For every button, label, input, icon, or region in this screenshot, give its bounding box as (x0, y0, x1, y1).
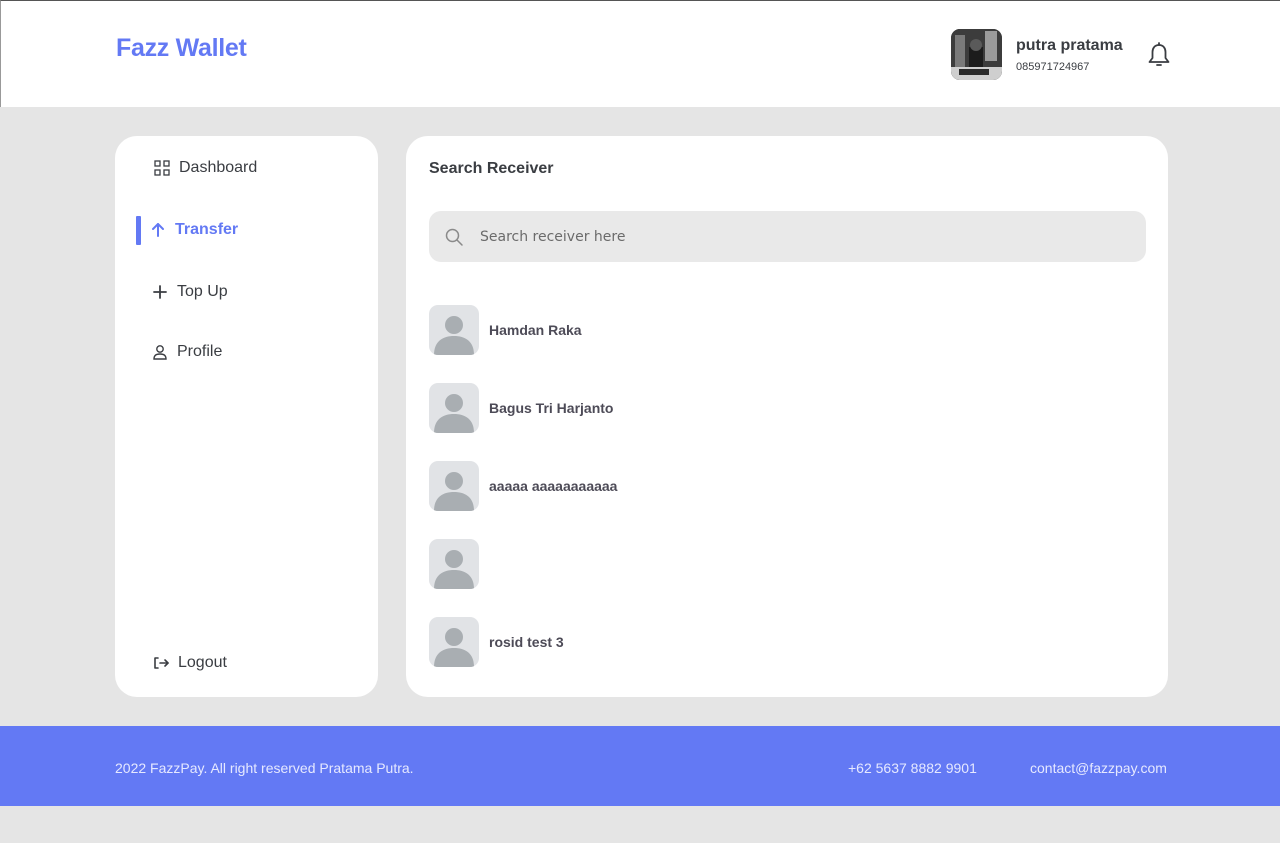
user-name: putra pratama (1016, 37, 1123, 54)
search-input[interactable] (480, 228, 1120, 245)
search-icon (444, 227, 464, 247)
footer-phone: +62 5637 8882 9901 (848, 760, 977, 776)
avatar-placeholder-icon (429, 461, 479, 511)
avatar-placeholder-icon (429, 617, 479, 667)
arrow-up-icon (149, 221, 167, 239)
receiver-item[interactable] (429, 539, 1146, 589)
receiver-name: Bagus Tri Harjanto (489, 400, 614, 416)
footer-copyright: 2022 FazzPay. All right reserved Pratama… (115, 760, 414, 776)
logout-icon (152, 654, 170, 672)
sidebar-item-label: Profile (177, 343, 223, 360)
sidebar: Dashboard Transfer Top Up Profile Logout (115, 136, 378, 697)
receiver-item[interactable]: Bagus Tri Harjanto (429, 383, 1146, 433)
bell-icon[interactable] (1146, 41, 1172, 69)
receiver-name: aaaaa aaaaaaaaaaa (489, 478, 618, 494)
search-receiver-panel: Search Receiver Hamdan Raka Bagus Tri Ha… (406, 136, 1168, 697)
sidebar-item-transfer[interactable]: Transfer (115, 214, 378, 246)
avatar-placeholder-icon (429, 383, 479, 433)
receiver-item[interactable]: Hamdan Raka (429, 305, 1146, 355)
avatar-placeholder-icon (429, 305, 479, 355)
receiver-name: rosid test 3 (489, 634, 564, 650)
sidebar-item-label: Dashboard (179, 159, 258, 176)
page-title: Search Receiver (429, 160, 554, 177)
footer-email[interactable]: contact@fazzpay.com (1030, 760, 1167, 776)
user-icon (151, 343, 169, 361)
receiver-item[interactable]: aaaaa aaaaaaaaaaa (429, 461, 1146, 511)
logout-label: Logout (178, 654, 227, 671)
user-avatar[interactable] (951, 29, 1002, 80)
receiver-item[interactable]: rosid test 3 (429, 617, 1146, 667)
receiver-name: Hamdan Raka (489, 322, 582, 338)
sidebar-item-label: Transfer (175, 221, 239, 238)
user-photo (951, 29, 1002, 80)
plus-icon (151, 283, 169, 301)
sidebar-item-dashboard[interactable]: Dashboard (115, 152, 378, 184)
search-bar[interactable] (429, 211, 1146, 262)
user-phone: 085971724967 (1016, 61, 1090, 73)
grid-icon (153, 159, 171, 177)
sidebar-item-topup[interactable]: Top Up (115, 276, 378, 308)
brand-logo[interactable]: Fazz Wallet (116, 34, 247, 63)
footer: 2022 FazzPay. All right reserved Pratama… (0, 726, 1280, 806)
logout-button[interactable]: Logout (115, 647, 378, 679)
avatar-placeholder-icon (429, 539, 479, 589)
top-header: Fazz Wallet putra pratama 085971724967 (0, 0, 1280, 107)
sidebar-item-label: Top Up (177, 283, 228, 300)
sidebar-item-profile[interactable]: Profile (115, 336, 378, 368)
